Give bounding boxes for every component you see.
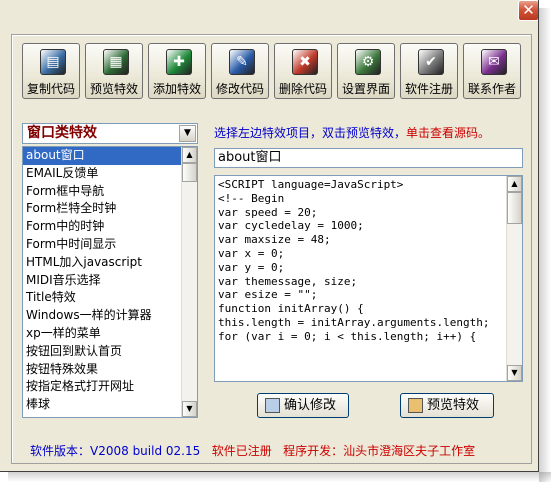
scroll-thumb[interactable] bbox=[182, 163, 197, 182]
toolbar-button-label: 设置界面 bbox=[341, 82, 390, 96]
window-shadow-right bbox=[539, 8, 551, 482]
scroll-up-arrow-icon[interactable]: ▲ bbox=[182, 147, 197, 163]
list-item[interactable]: Form中的时钟 bbox=[23, 218, 181, 236]
toolbar-button-label: 联系作者 bbox=[467, 82, 516, 96]
close-button[interactable]: ✕ bbox=[518, 0, 538, 21]
confirm-edit-icon bbox=[265, 398, 280, 413]
list-item[interactable]: Form框中导航 bbox=[23, 183, 181, 201]
confirm-edit-label: 确认修改 bbox=[284, 398, 337, 413]
list-item[interactable]: Form中时间显示 bbox=[23, 236, 181, 254]
preview-effect-icon: ▦ bbox=[103, 49, 129, 75]
copy-code-icon: ▤ bbox=[40, 49, 66, 75]
list-item[interactable]: 棒球 bbox=[23, 396, 181, 414]
code-line: <!-- Begin bbox=[218, 191, 285, 205]
toolbar-button-3[interactable]: ✎ 修改代码 bbox=[211, 43, 269, 99]
settings-icon: ⚙ bbox=[355, 49, 381, 75]
list-item[interactable]: about窗口 bbox=[23, 147, 181, 165]
code-editor[interactable]: <SCRIPT language=JavaScript> <!-- Begin va… bbox=[214, 175, 523, 382]
list-item[interactable]: HTML加入javascript bbox=[23, 254, 181, 272]
effects-list[interactable]: about窗口 EMAIL反馈单 Form框中导航 Form栏特全时钟 Form中的时钟… bbox=[22, 146, 198, 418]
status-bar: 软件版本：V2008 build 02.15 软件已注册 程序开发：汕头市澄海区… bbox=[30, 442, 475, 459]
delete-code-icon: ✖ bbox=[292, 49, 318, 75]
toolbar-button-1[interactable]: ▦ 预览特效 bbox=[85, 43, 143, 99]
preview-effect-button[interactable]: 预览特效 bbox=[400, 393, 494, 418]
list-item[interactable]: Form栏特全时钟 bbox=[23, 200, 181, 218]
preview-effect-icon bbox=[408, 398, 423, 413]
add-effect-icon: ✚ bbox=[166, 49, 192, 75]
code-line: var speed = 20; bbox=[218, 205, 318, 219]
code-line: var y = 0; bbox=[218, 260, 285, 274]
register-icon: ✔ bbox=[418, 49, 444, 75]
hint-click-text: 单击查看源码。 bbox=[406, 126, 491, 140]
effect-title-field[interactable]: about窗口 bbox=[214, 148, 523, 168]
close-icon: ✕ bbox=[522, 1, 535, 19]
effects-list-items: about窗口 EMAIL反馈单 Form框中导航 Form栏特全时钟 Form中的时钟… bbox=[23, 147, 181, 414]
confirm-edit-button[interactable]: 确认修改 bbox=[257, 393, 349, 418]
list-item[interactable]: 按钮回到默认首页 bbox=[23, 343, 181, 361]
code-editor-scrollbar[interactable]: ▲ ▼ bbox=[506, 176, 522, 381]
list-item[interactable]: xp一样的菜单 bbox=[23, 325, 181, 343]
edit-code-icon: ✎ bbox=[229, 49, 255, 75]
scroll-up-arrow-icon[interactable]: ▲ bbox=[507, 176, 522, 192]
list-item[interactable]: 按钮特殊效果 bbox=[23, 361, 181, 379]
code-line: var x = 0; bbox=[218, 246, 285, 260]
version-text: 软件版本：V2008 build 02.15 bbox=[30, 444, 201, 458]
list-item[interactable]: MIDI音乐选择 bbox=[23, 272, 181, 290]
scroll-thumb[interactable] bbox=[507, 192, 522, 224]
contact-author-icon: ✉ bbox=[481, 49, 507, 75]
toolbar-button-4[interactable]: ✖ 删除代码 bbox=[274, 43, 332, 99]
category-select[interactable]: 窗口类特效 ▼ bbox=[22, 123, 198, 144]
code-lines: <SCRIPT language=JavaScript> <!-- Begin va… bbox=[218, 178, 506, 344]
toolbar-button-6[interactable]: ✔ 软件注册 bbox=[400, 43, 458, 99]
toolbar-button-0[interactable]: ▤ 复制代码 bbox=[22, 43, 80, 99]
hint-text: 选择左边特效项目，双击预览特效， bbox=[214, 126, 407, 140]
code-line: this.length = initArray.arguments.length… bbox=[218, 315, 490, 329]
code-line: var maxsize = 48; bbox=[218, 233, 331, 247]
toolbar-button-label: 修改代码 bbox=[215, 82, 264, 96]
list-item[interactable]: Title特效 bbox=[23, 289, 181, 307]
toolbar-button-label: 软件注册 bbox=[404, 82, 453, 96]
effects-list-scrollbar[interactable]: ▲ ▼ bbox=[181, 147, 197, 417]
code-line: var cycledelay = 1000; bbox=[218, 219, 364, 233]
window-shadow-bottom bbox=[8, 472, 551, 482]
chevron-down-icon[interactable]: ▼ bbox=[179, 125, 196, 142]
registered-text: 软件已注册 bbox=[211, 444, 272, 458]
instruction-hint: 选择左边特效项目，双击预览特效，单击查看源码。 bbox=[214, 124, 490, 141]
code-line: var themessage, size; bbox=[218, 274, 358, 288]
list-item[interactable]: EMAIL反馈单 bbox=[23, 165, 181, 183]
toolbar-button-5[interactable]: ⚙ 设置界面 bbox=[337, 43, 395, 99]
toolbar-button-label: 删除代码 bbox=[278, 82, 327, 96]
toolbar-button-label: 预览特效 bbox=[89, 82, 138, 96]
toolbar-button-label: 复制代码 bbox=[26, 82, 75, 96]
list-item[interactable]: Windows一样的计算器 bbox=[23, 307, 181, 325]
code-line: <SCRIPT language=JavaScript> bbox=[218, 178, 404, 191]
code-line: function initArray() { bbox=[218, 302, 364, 316]
category-select-value: 窗口类特效 bbox=[27, 125, 97, 141]
code-line: for (var i = 0; i < this.length; i++) { bbox=[218, 329, 477, 343]
scroll-down-arrow-icon[interactable]: ▼ bbox=[507, 365, 522, 381]
app-window: ✕ ▤ 复制代码 ▦ 预览特效 ✚ 添加特效 ✎ 修改代码 ✖ 删除代码 ⚙ 设置界面 ✔ 软件注册 ✉ 联系… bbox=[0, 0, 539, 472]
toolbar-button-label: 添加特效 bbox=[152, 82, 201, 96]
preview-effect-label: 预览特效 bbox=[427, 398, 480, 413]
toolbar-button-2[interactable]: ✚ 添加特效 bbox=[148, 43, 206, 99]
developer-text: 程序开发：汕头市澄海区夫子工作室 bbox=[283, 444, 476, 458]
list-item[interactable]: 按指定格式打开网址 bbox=[23, 378, 181, 396]
scroll-down-arrow-icon[interactable]: ▼ bbox=[182, 401, 197, 417]
toolbar-button-7[interactable]: ✉ 联系作者 bbox=[463, 43, 521, 99]
code-line: var esize = ""; bbox=[218, 288, 318, 302]
